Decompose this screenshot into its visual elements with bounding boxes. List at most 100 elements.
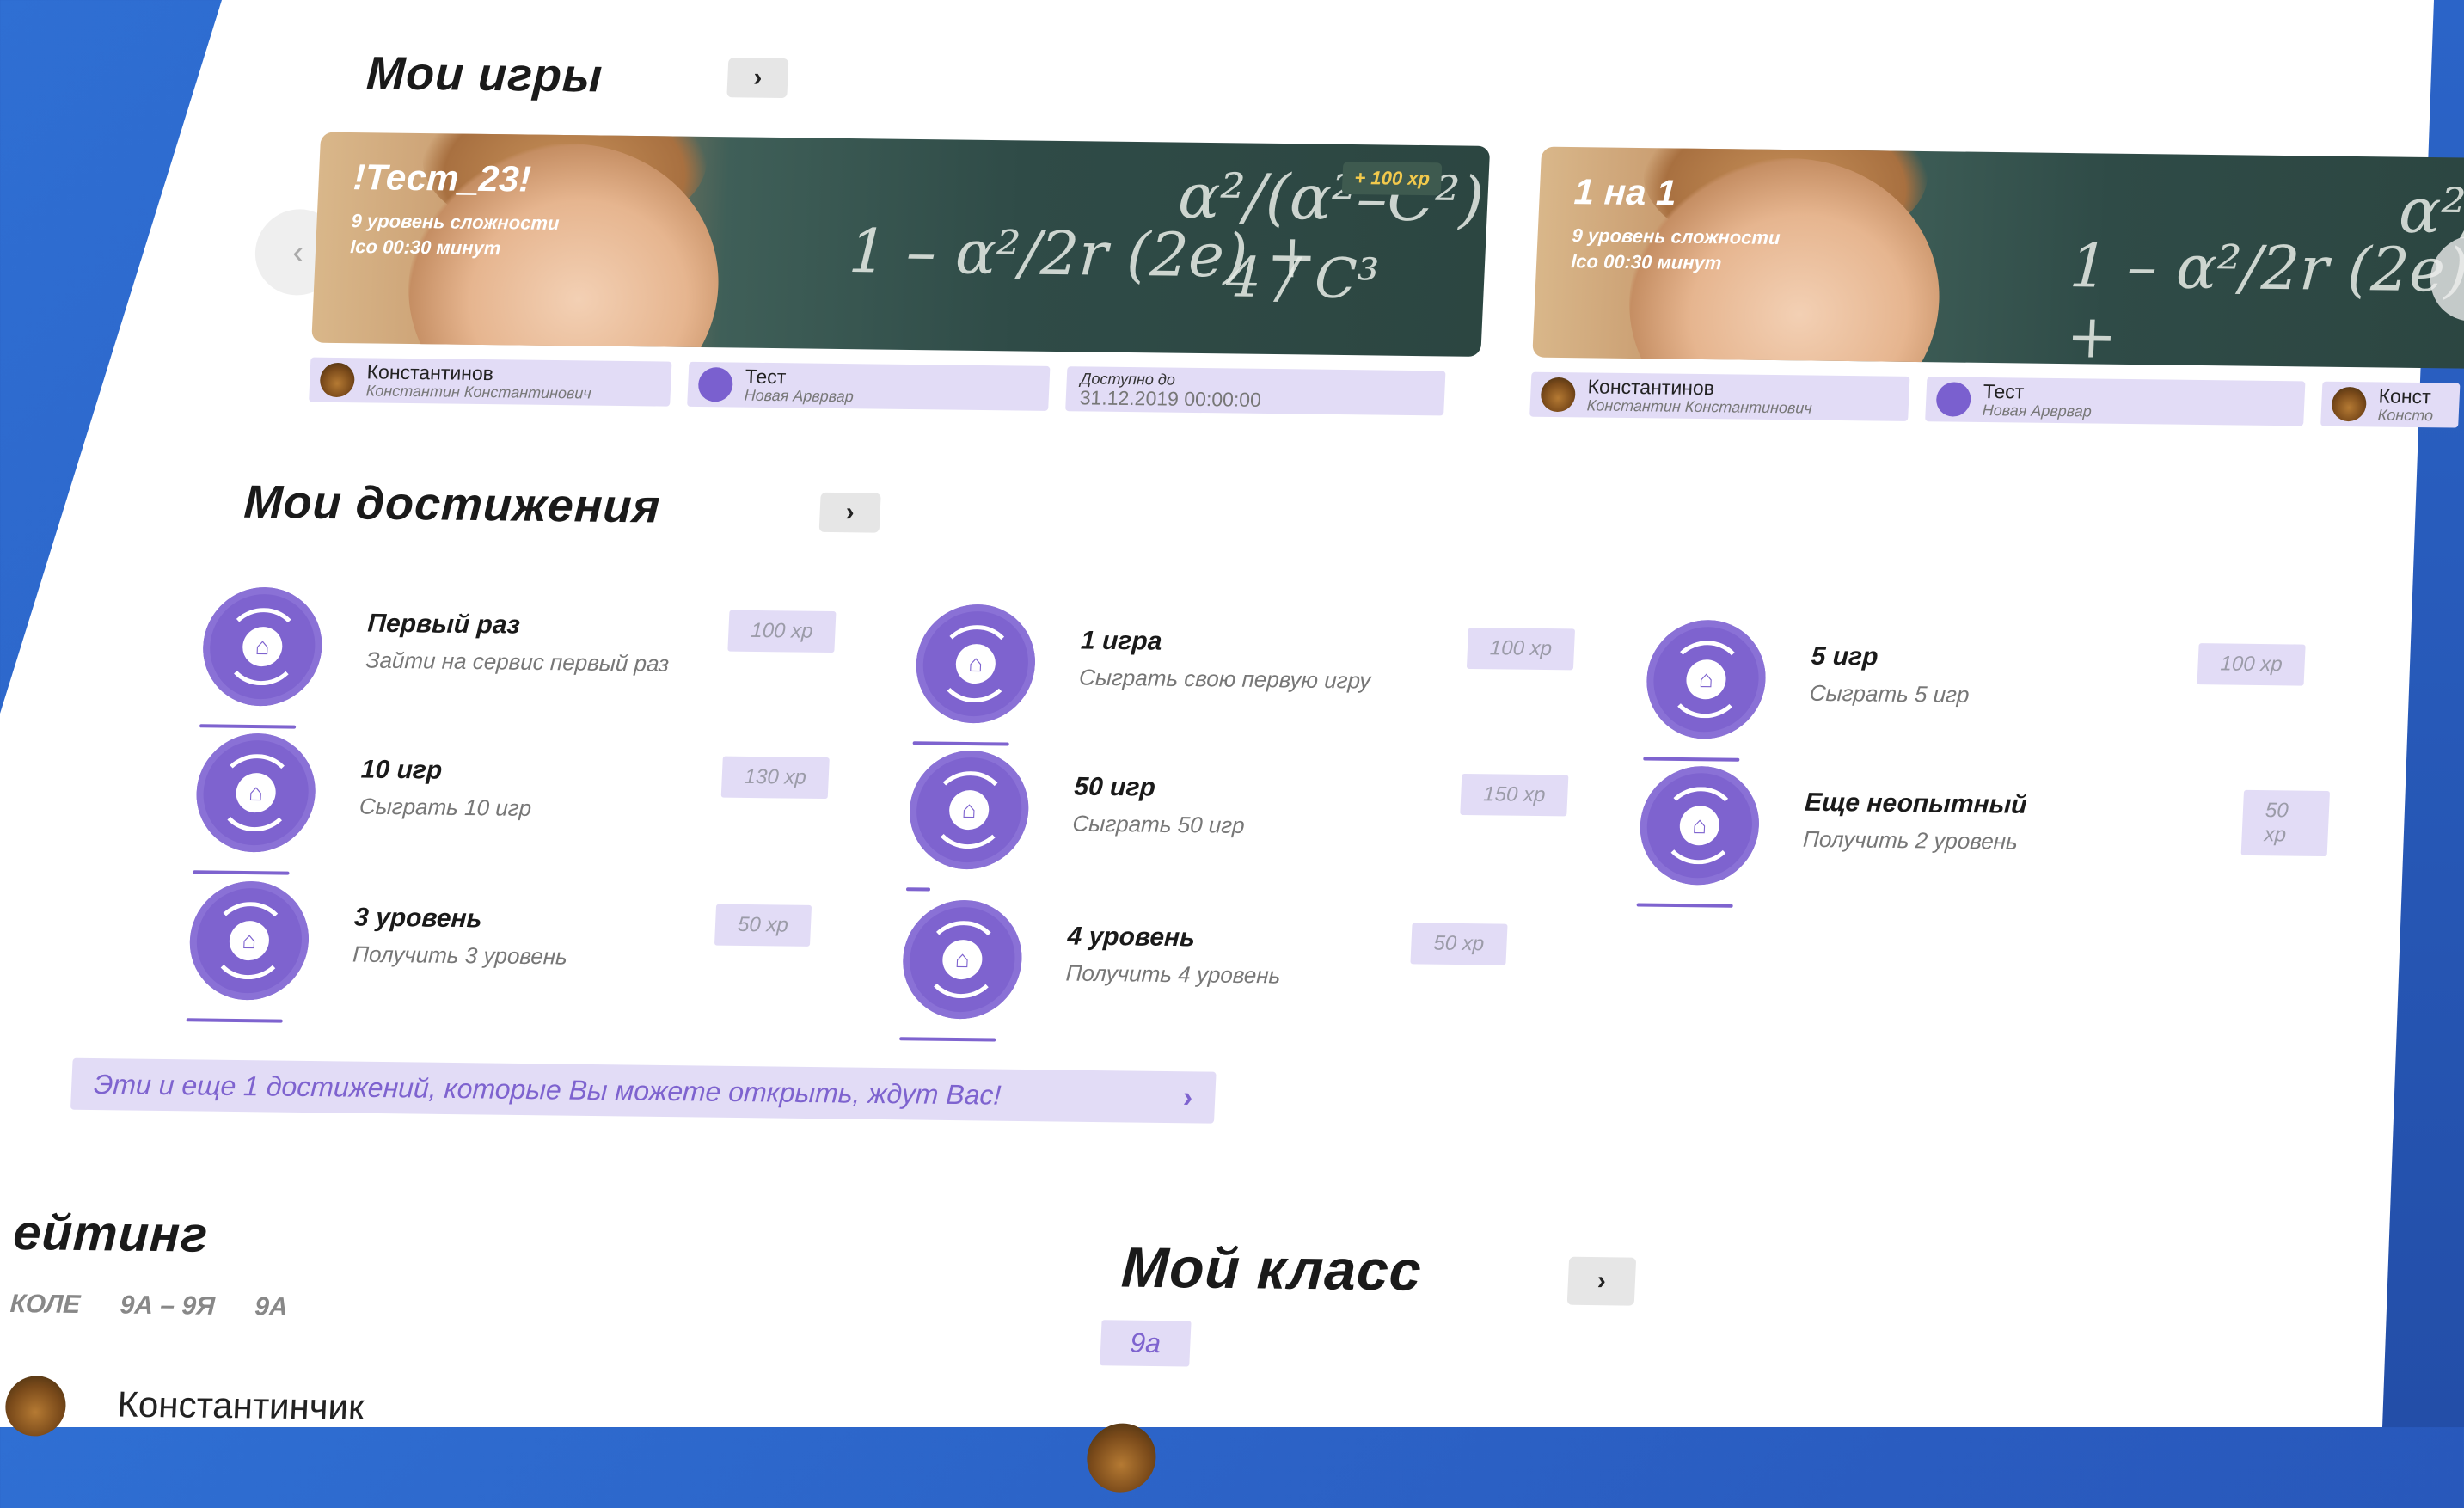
achievement-desc: Сыграть 50 игр <box>1071 810 1246 838</box>
game-author-chip[interactable]: Конст Консто <box>2320 381 2461 428</box>
achievement-medal-icon: ⌂ <box>193 733 318 853</box>
achievement-medal-icon: ⌂ <box>907 750 1032 870</box>
game-card[interactable]: 1 – α²/2r (2e) + α²/(α²–C²) 4 / C³ !Тест… <box>311 132 1491 357</box>
author-name: Константинов <box>1587 375 1715 400</box>
achievement-xp: 50 xp <box>2240 789 2331 857</box>
achievement-progress-bar <box>905 887 931 892</box>
game-author-chip[interactable]: Константинов Константин Константинович <box>1529 371 1910 421</box>
rating-title: ейтинг <box>12 1205 210 1263</box>
games-title: Мои игры <box>365 47 604 102</box>
avatar <box>1935 382 1972 417</box>
achievement-item[interactable]: ⌂ 4 уровень Получить 4 уровень 50 xp <box>899 899 1593 1042</box>
achievement-desc: Получить 4 уровень <box>1065 959 1282 989</box>
class-tag[interactable]: 9а <box>1100 1320 1192 1367</box>
subject-name: Тест <box>1983 379 2025 403</box>
subject-sub: Новая Арврвар <box>1982 401 2093 420</box>
game-subject-chip[interactable]: Тест Новая Арврвар <box>687 361 1051 411</box>
achievement-progress-bar <box>1643 757 1740 762</box>
achievement-progress-bar <box>1636 903 1733 908</box>
achievement-title: 1 игра <box>1080 626 1163 656</box>
game-time: Ico 00:30 минут <box>349 236 501 260</box>
chalk-formula: 1 – α²/2r (2e) + <box>2064 230 2464 369</box>
achievement-desc: Получить 3 уровень <box>352 941 568 970</box>
more-achievements-banner[interactable]: Эти и еще 1 достижений, которые Вы может… <box>70 1057 1217 1124</box>
chevron-left-icon: ‹ <box>291 232 305 271</box>
game-time: Ico 00:30 минут <box>1570 250 1722 274</box>
achievement-title: Еще неопытный <box>1804 788 2028 819</box>
chevron-right-icon: › <box>1182 1080 1194 1113</box>
achievement-item[interactable]: ⌂ Еще неопытный Получить 2 уровень 50 xp <box>1636 765 2331 908</box>
game-difficulty: 9 уровень сложности <box>351 210 561 234</box>
achievement-xp: 100 xp <box>727 610 837 653</box>
achievement-title: 10 игр <box>360 755 444 785</box>
achievement-progress-bar <box>899 1037 996 1042</box>
chalk-formula: α²/(α² <box>2397 174 2464 249</box>
avatar <box>1085 1423 1158 1493</box>
game-author-chip[interactable]: Константинов Константин Константинович <box>309 357 672 407</box>
achievement-title: 5 игр <box>1811 641 1879 671</box>
author-name: Конст <box>2378 384 2432 408</box>
achievement-xp: 50 xp <box>714 904 812 947</box>
achievement-medal-icon: ⌂ <box>1644 619 1768 740</box>
game-subject-chip[interactable]: Тест Новая Арврвар <box>1925 377 2306 426</box>
avatar <box>319 362 356 398</box>
achievement-item[interactable]: ⌂ 3 уровень Получить 3 уровень 50 xp <box>186 880 880 1023</box>
deadline-value: 31.12.2019 00:00:00 <box>1079 386 1262 411</box>
my-class-more-button[interactable]: › <box>1566 1256 1637 1306</box>
achievement-desc: Зайти на сервис первый раз <box>365 647 670 677</box>
chevron-right-icon: › <box>844 498 855 527</box>
avatar <box>1540 377 1577 413</box>
achievement-xp: 130 xp <box>720 756 830 800</box>
subject-sub: Новая Арврвар <box>744 386 855 406</box>
achievement-xp: 50 xp <box>1410 923 1508 965</box>
achievements-title: Мои достижения <box>242 475 662 533</box>
achievement-progress-bar <box>199 724 297 729</box>
achievement-xp: 100 xp <box>1466 627 1576 671</box>
achievement-item[interactable]: ⌂ Первый раз Зайти на сервис первый раз … <box>199 586 893 729</box>
game-title: 1 на 1 <box>1572 171 1677 213</box>
achievement-desc: Получить 2 уровень <box>1802 825 2019 855</box>
achievement-title: 3 уровень <box>353 903 483 934</box>
page-content: Мои игры › ‹ 1 – α²/2r (2e) + α²/(α²–C²)… <box>3 0 2464 1493</box>
author-name: Константинов <box>366 360 494 385</box>
achievement-item[interactable]: ⌂ 50 игр Сыграть 50 игр 150 xp <box>905 750 1600 892</box>
achievements-more-button[interactable]: › <box>818 492 881 533</box>
rating-tab-range[interactable]: 9А – 9Я <box>120 1291 216 1321</box>
game-xp-badge: + 100 xp <box>1341 161 1443 196</box>
games-more-button[interactable]: › <box>726 58 789 99</box>
chevron-right-icon: › <box>1597 1266 1607 1296</box>
author-full-name: Константин Константинович <box>1586 396 1813 417</box>
achievement-desc: Сыграть свою первую игру <box>1078 664 1371 694</box>
rating-user-name[interactable]: Константинчик <box>116 1384 365 1428</box>
rating-tabs: КОЛЕ 9А – 9Я 9А <box>9 1290 321 1322</box>
achievement-medal-icon: ⌂ <box>187 880 312 1001</box>
achievement-progress-bar <box>912 741 1009 746</box>
rating-tab-class[interactable]: 9А <box>254 1292 289 1321</box>
game-card[interactable]: 1 – α²/2r (2e) + α²/(α² 1 на 1 9 уровень… <box>1532 146 2464 369</box>
achievement-medal-icon: ⌂ <box>200 586 325 707</box>
game-title: !Тест_23! <box>352 156 532 199</box>
achievement-medal-icon: ⌂ <box>900 899 1025 1020</box>
achievement-item[interactable]: ⌂ 1 игра Сыграть свою первую игру 100 xp <box>912 604 1607 746</box>
avatar <box>2331 386 2368 422</box>
game-deadline-chip: Доступно до 31.12.2019 00:00:00 <box>1065 366 1446 416</box>
achievement-xp: 100 xp <box>2197 643 2306 686</box>
author-full-name: Консто <box>2377 406 2434 425</box>
achievement-title: 4 уровень <box>1066 922 1196 953</box>
avatar <box>3 1376 68 1437</box>
achievement-title: 50 игр <box>1073 772 1156 802</box>
my-class-title: Мой класс <box>1119 1235 1424 1303</box>
author-full-name: Константин Константинович <box>365 382 592 402</box>
achievement-desc: Сыграть 5 игр <box>1809 679 1971 708</box>
subject-name: Тест <box>745 365 787 389</box>
avatar <box>697 367 734 402</box>
achievement-desc: Сыграть 10 игр <box>359 793 532 821</box>
chevron-right-icon: › <box>752 63 763 92</box>
achievement-progress-bar <box>186 1018 283 1023</box>
achievement-item[interactable]: ⌂ 10 игр Сыграть 10 игр 130 xp <box>193 733 886 875</box>
achievement-xp: 150 xp <box>1460 773 1569 817</box>
achievement-title: Первый раз <box>366 609 521 640</box>
achievement-item[interactable]: ⌂ 5 игр Сыграть 5 игр 100 xp <box>1643 619 2337 762</box>
rating-tab-school[interactable]: КОЛЕ <box>9 1290 81 1319</box>
game-difficulty: 9 уровень сложности <box>1572 224 1781 249</box>
